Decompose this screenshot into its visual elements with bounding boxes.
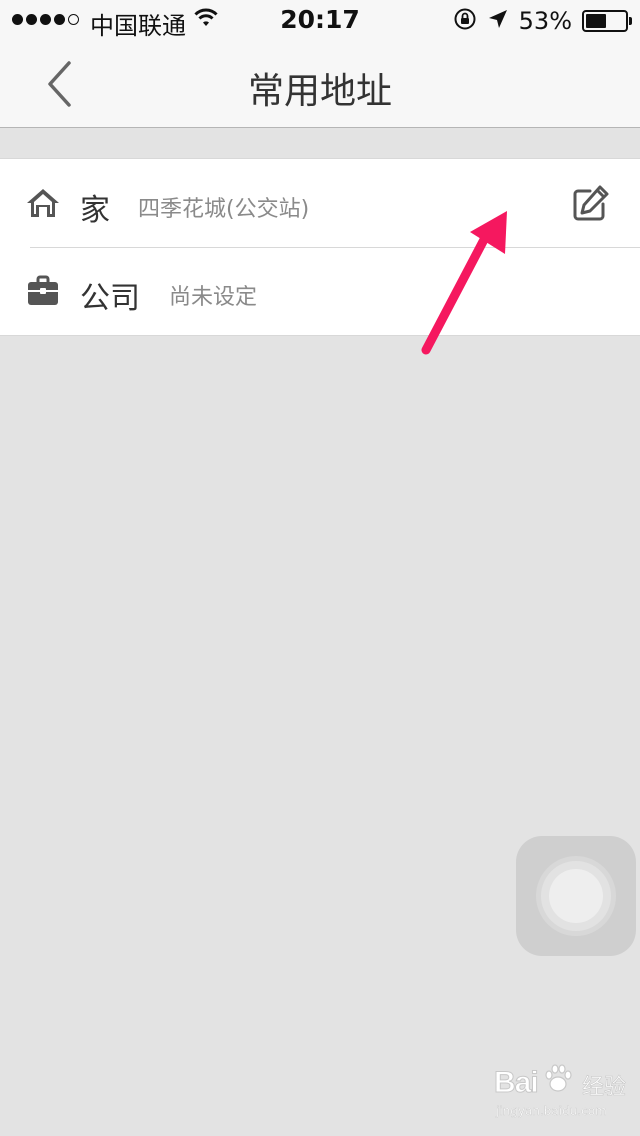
watermark-url: jingyan.baidu.com [496, 1104, 607, 1118]
watermark-brand: Bai [494, 1066, 540, 1100]
battery-percent: 53% [518, 7, 572, 35]
battery-icon [582, 10, 632, 32]
address-list: 家 四季花城(公交站) 公司 尚未设定 [0, 158, 640, 336]
assistive-touch-button[interactable] [516, 836, 636, 956]
address-value: 尚未设定 [169, 285, 258, 310]
edit-home-button[interactable] [570, 184, 610, 224]
address-label: 家 [80, 193, 110, 228]
address-value: 四季花城(公交站) [138, 197, 310, 222]
address-label: 公司 [80, 281, 140, 316]
address-row-home[interactable]: 家 四季花城(公交站) [0, 159, 640, 247]
address-row-company[interactable]: 公司 尚未设定 [0, 247, 640, 335]
baidu-jingyan-watermark: Bai 经验 jingyan.baidu.com [490, 1064, 630, 1126]
navigation-bar: 常用地址 [0, 40, 640, 128]
baidu-paw-icon [545, 1064, 572, 1092]
location-arrow-icon [487, 8, 509, 34]
page-title: 常用地址 [247, 71, 392, 112]
status-right-group: 53% [453, 7, 632, 35]
status-bar: 中国联通 20:17 53% [0, 0, 640, 40]
home-icon [26, 187, 60, 219]
briefcase-icon [26, 275, 60, 307]
rotation-lock-icon [453, 7, 477, 35]
watermark-suffix: 经验 [582, 1075, 627, 1101]
edit-pencil-icon [573, 185, 609, 221]
